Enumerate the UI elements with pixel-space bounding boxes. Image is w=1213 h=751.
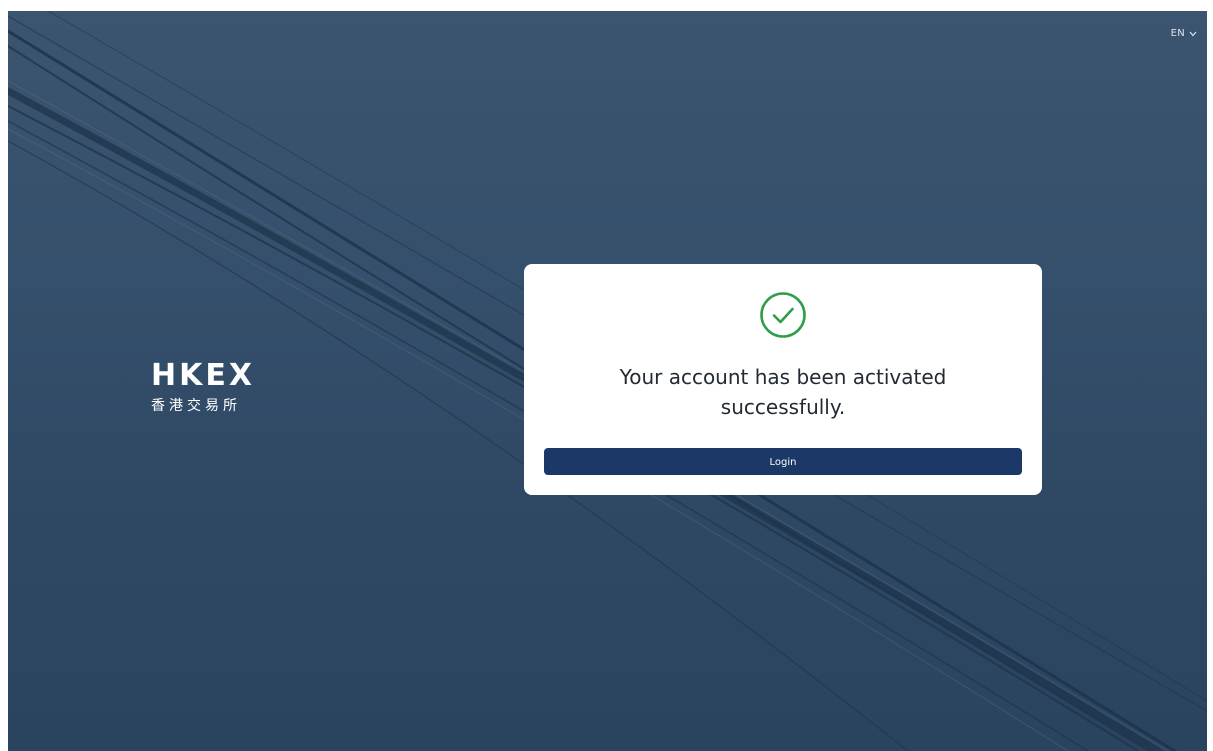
activation-message: Your account has been activated successf… <box>619 365 947 419</box>
activation-dialog: Your account has been activated successf… <box>524 264 1042 495</box>
activation-page: EN HKEX 香港交易所 Your account has been acti… <box>8 11 1207 751</box>
language-selector[interactable]: EN <box>1171 28 1197 39</box>
check-circle-icon <box>760 292 806 338</box>
chevron-down-icon <box>1189 31 1197 36</box>
login-button[interactable]: Login <box>544 448 1022 475</box>
language-label: EN <box>1170 28 1185 39</box>
logo-name-en: HKEX <box>151 358 255 393</box>
logo-name-zh: 香港交易所 <box>151 398 241 414</box>
hkex-logo: HKEX 香港交易所 <box>151 359 311 415</box>
